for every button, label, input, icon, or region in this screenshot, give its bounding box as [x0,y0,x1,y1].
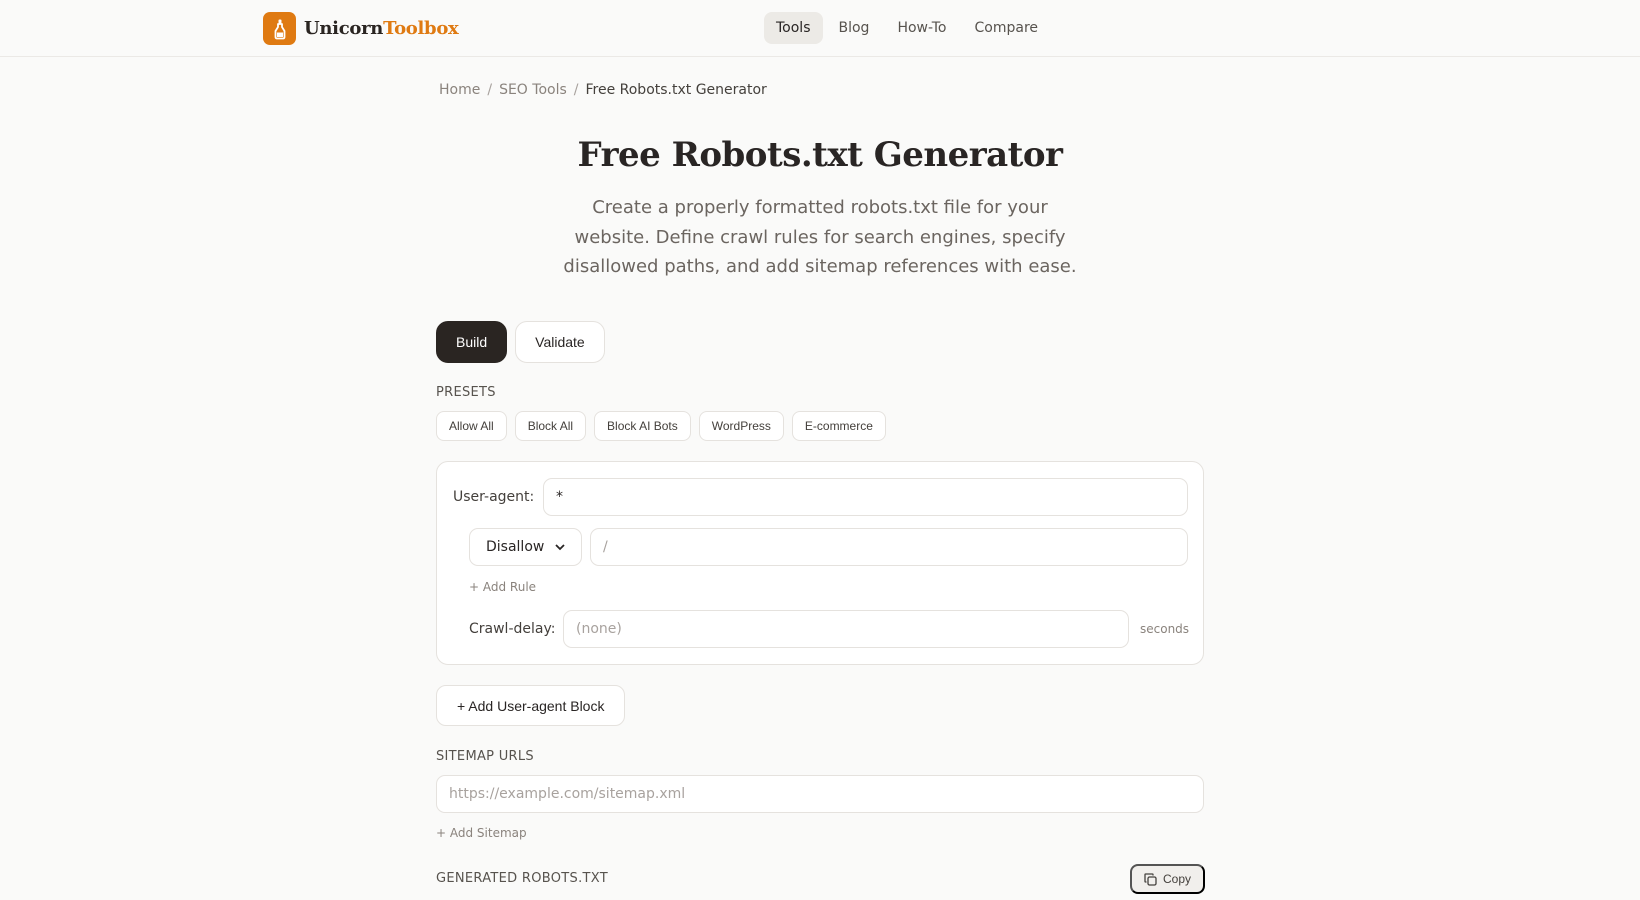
breadcrumb-current: Free Robots.txt Generator [585,82,767,98]
nav-tools[interactable]: Tools [764,12,823,44]
page-title: Free Robots.txt Generator [577,135,1063,175]
add-user-agent-block-button[interactable]: + Add User-agent Block [436,685,626,726]
breadcrumb: Home / SEO Tools / Free Robots.txt Gener… [439,82,767,98]
rule-type-value: Disallow [486,539,545,555]
page-subtitle: Create a properly formatted robots.txt f… [563,197,1077,277]
add-rule-link[interactable]: + Add Rule [469,580,536,594]
add-sitemap-link[interactable]: + Add Sitemap [436,826,527,840]
preset-e-commerce[interactable]: E-commerce [791,411,886,441]
logo-link[interactable]: UnicornToolbox [263,12,459,45]
user-agent-input[interactable]: * [543,478,1188,516]
presets-label: PRESETS [436,385,496,400]
nav-how-to[interactable]: How-To [885,12,958,44]
rule-path-input[interactable]: / [590,528,1188,566]
generated-robots-label: GENERATED ROBOTS.TXT [436,871,608,886]
preset-allow-all[interactable]: Allow All [436,411,507,441]
preset-block-ai-bots[interactable]: Block AI Bots [594,411,691,441]
preset-block-all[interactable]: Block All [514,411,587,441]
preset-wordpress[interactable]: WordPress [698,411,784,441]
mode-tabs: Build Validate [436,321,613,363]
nav-blog[interactable]: Blog [827,12,882,44]
user-agent-block: User-agent: * Disallow / + Add Rule Craw… [436,461,1204,665]
copy-button-label: Copy [1163,872,1192,886]
copy-button[interactable]: Copy [1130,864,1206,894]
nav-compare[interactable]: Compare [963,12,1051,44]
sitemap-urls-label: SITEMAP URLS [436,749,534,764]
tab-validate[interactable]: Validate [515,321,605,363]
crawl-delay-label: Crawl-delay: [469,621,556,637]
breadcrumb-home[interactable]: Home [439,82,480,98]
breadcrumb-separator: / [573,82,579,98]
presets-group: Allow All Block All Block AI Bots WordPr… [436,411,894,441]
tab-build[interactable]: Build [436,321,508,363]
crawl-delay-input[interactable]: (none) [563,610,1129,648]
chevron-down-icon [555,543,565,550]
logo-text-accent: Toolbox [383,18,459,39]
breadcrumb-seo-tools[interactable]: SEO Tools [499,82,567,98]
bottle-icon [263,12,296,45]
logo-text: UnicornToolbox [304,18,459,39]
sitemap-url-input[interactable]: https://example.com/sitemap.xml [436,775,1204,813]
main-nav: Tools Blog How-To Compare [764,12,1054,44]
breadcrumb-separator: / [487,82,493,98]
logo-text-primary: Unicorn [304,18,384,39]
rule-type-select[interactable]: Disallow [469,528,582,566]
user-agent-label: User-agent: [453,489,535,505]
crawl-delay-unit: seconds [1140,622,1190,636]
site-header: UnicornToolbox Tools Blog How-To Compare [0,0,1640,57]
copy-icon [1144,872,1157,886]
